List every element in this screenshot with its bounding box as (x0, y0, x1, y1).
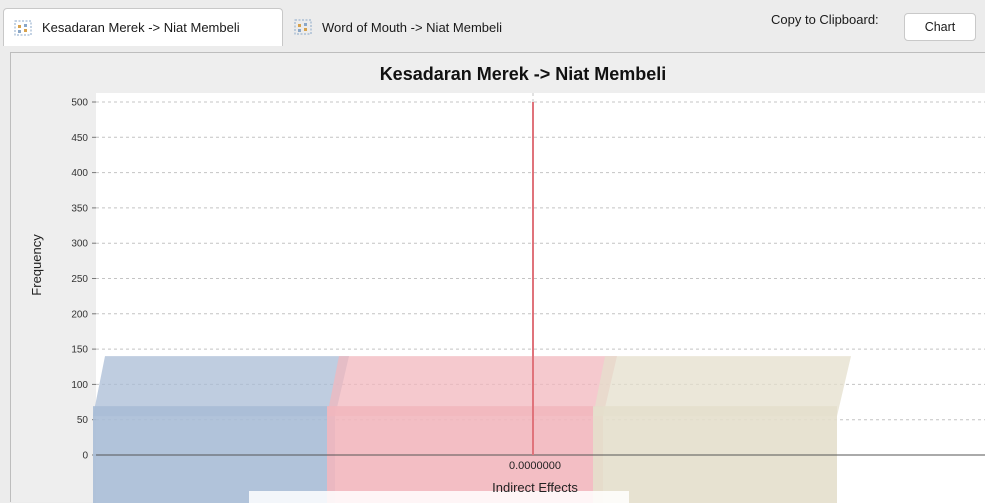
y-tick-label: 150 (71, 345, 88, 356)
y-tick-label: 400 (71, 168, 88, 179)
y-tick-label: 200 (71, 309, 88, 320)
copy-chart-button[interactable]: Chart (904, 13, 976, 41)
chart-panel: 0 50 100 150 200 250 300 350 400 450 500 Kesadaran… (10, 52, 985, 503)
histogram-bar (593, 356, 851, 503)
histogram-bar (93, 356, 349, 503)
y-tick-label: 0 (82, 451, 88, 462)
x-axis-label: Indirect Effects (492, 480, 578, 495)
copy-to-clipboard-label: Copy to Clipboard: (771, 12, 879, 27)
chart-title: Kesadaran Merek -> Niat Membeli (380, 64, 667, 84)
y-axis-label: Frequency (29, 234, 44, 296)
tab-label: Word of Mouth -> Niat Membeli (322, 19, 503, 35)
y-tick-label: 250 (71, 274, 88, 285)
tab-word-of-mouth[interactable]: Word of Mouth -> Niat Membeli (284, 8, 544, 46)
y-tick-label: 500 (71, 98, 88, 109)
y-tick-label: 50 (77, 415, 89, 426)
tab-bar: Kesadaran Merek -> Niat Membeli Word of … (0, 0, 985, 46)
chart-tab-icon (294, 19, 312, 35)
tab-label: Kesadaran Merek -> Niat Membeli (42, 20, 240, 35)
y-tick-label: 450 (71, 133, 88, 144)
tab-kesadaran-merek[interactable]: Kesadaran Merek -> Niat Membeli (3, 8, 283, 46)
chart-tab-icon (14, 20, 32, 35)
y-tick-label: 350 (71, 203, 88, 214)
histogram-chart: 0 50 100 150 200 250 300 350 400 450 500 Kesadaran… (29, 64, 985, 503)
x-tick-label: 0.0000000 (509, 460, 561, 472)
y-tick-labels: 0 50 100 150 200 250 300 350 400 450 500 (71, 98, 88, 462)
y-tick-label: 100 (71, 380, 88, 391)
y-tick-label: 300 (71, 239, 88, 250)
histogram-bars (93, 356, 851, 503)
